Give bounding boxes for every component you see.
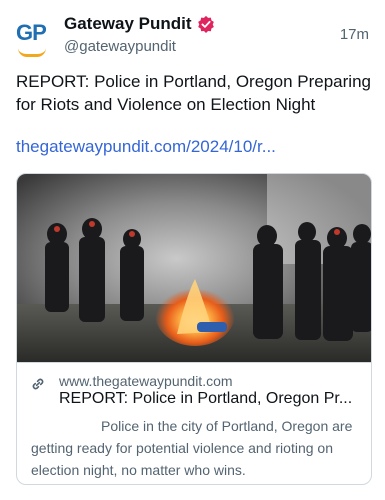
name-row: Gateway Pundit: [64, 14, 215, 34]
card-description: Police in the city of Portland, Oregon a…: [31, 418, 353, 478]
post-header: GP Gateway Pundit @gatewaypundit 17m: [0, 8, 385, 60]
account-name[interactable]: Gateway Pundit: [64, 14, 192, 34]
avatar-swoosh: [18, 48, 46, 57]
post-link[interactable]: thegatewaypundit.com/2024/10/r...: [16, 137, 276, 157]
avatar-logo-text: GP: [16, 20, 47, 45]
post-text: REPORT: Police in Portland, Oregon Prepa…: [16, 72, 371, 114]
riot-police-fire-photo[interactable]: [17, 174, 371, 362]
verified-badge-icon: [197, 15, 214, 33]
account-handle[interactable]: @gatewaypundit: [64, 38, 176, 55]
card-body: www.thegatewaypundit.com REPORT: Police …: [17, 362, 371, 484]
card-title[interactable]: REPORT: Police in Portland, Oregon Pr...: [59, 390, 359, 408]
link-icon: [32, 378, 44, 390]
post-timestamp[interactable]: 17m: [340, 26, 369, 43]
link-preview-card[interactable]: www.thegatewaypundit.com REPORT: Police …: [16, 173, 372, 485]
card-domain: www.thegatewaypundit.com: [59, 373, 233, 389]
avatar[interactable]: GP: [14, 20, 50, 57]
